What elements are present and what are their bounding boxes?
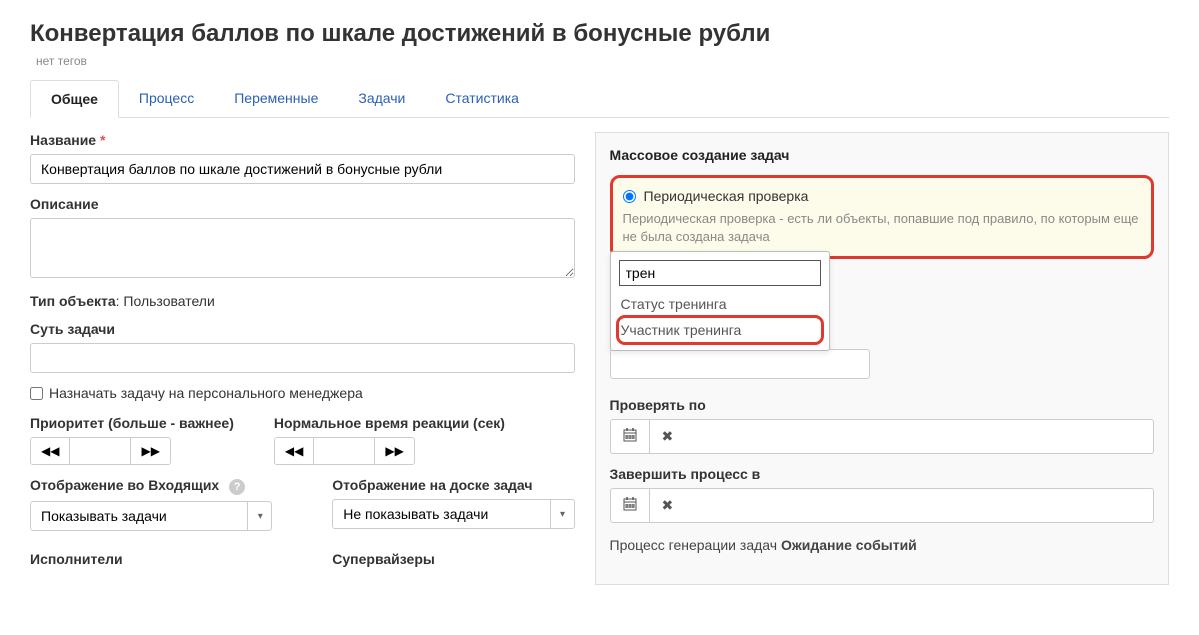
- periodic-check-box: Периодическая проверка Периодическая про…: [610, 175, 1155, 259]
- priority-decrease-button[interactable]: ◀◀: [31, 438, 70, 464]
- calendar-icon[interactable]: [610, 419, 649, 454]
- page-title: Конвертация баллов по шкале достижений в…: [30, 20, 1169, 48]
- reaction-decrease-button[interactable]: ◀◀: [275, 438, 314, 464]
- priority-stepper: ◀◀ ▶▶: [30, 437, 171, 465]
- required-mark: *: [100, 132, 105, 148]
- priority-input[interactable]: [70, 438, 130, 464]
- executors-label: Исполнители: [30, 551, 272, 567]
- periodic-check-hint: Периодическая проверка - есть ли объекты…: [623, 210, 1142, 246]
- periodic-check-label: Периодическая проверка: [644, 188, 809, 204]
- condition-option-status[interactable]: Статус тренинга: [619, 292, 821, 316]
- check-by-label: Проверять по: [610, 397, 1155, 413]
- tab-stats[interactable]: Статистика: [425, 80, 539, 117]
- generation-status: Процесс генерации задач Ожидание событий: [610, 537, 1155, 553]
- obj-type-value: Пользователи: [123, 293, 214, 309]
- obj-type-label: Тип объекта: [30, 293, 116, 309]
- tab-process[interactable]: Процесс: [119, 80, 214, 117]
- clear-icon[interactable]: ✖: [649, 488, 686, 523]
- reaction-increase-button[interactable]: ▶▶: [374, 438, 413, 464]
- tab-general[interactable]: Общее: [30, 80, 119, 118]
- board-display-select[interactable]: [332, 499, 574, 529]
- help-icon[interactable]: ?: [229, 479, 245, 495]
- tags-placeholder: нет тегов: [36, 54, 1169, 68]
- calendar-icon[interactable]: [610, 488, 649, 523]
- desc-textarea[interactable]: [30, 218, 575, 278]
- assign-manager-label: Назначать задачу на персонального менедж…: [49, 385, 363, 401]
- supervisors-label: Супервайзеры: [332, 551, 574, 567]
- task-essence-input[interactable]: [30, 343, 575, 373]
- finish-at-input[interactable]: [685, 488, 1154, 523]
- reaction-label: Нормальное время реакции (сек): [274, 415, 505, 431]
- clear-icon[interactable]: ✖: [649, 419, 686, 454]
- assign-manager-checkbox[interactable]: [30, 387, 43, 400]
- periodic-check-radio[interactable]: [623, 190, 636, 203]
- condition-dropdown: Статус тренинга Участник тренинга: [610, 251, 830, 351]
- inbox-display-select[interactable]: [30, 501, 272, 531]
- priority-label: Приоритет (больше - важнее): [30, 415, 234, 431]
- task-essence-label: Суть задачи: [30, 321, 575, 337]
- rule-input[interactable]: [610, 349, 870, 379]
- mass-create-title: Массовое создание задач: [610, 147, 1155, 163]
- tab-variables[interactable]: Переменные: [214, 80, 338, 117]
- reaction-input[interactable]: [314, 438, 374, 464]
- priority-increase-button[interactable]: ▶▶: [130, 438, 169, 464]
- condition-search-input[interactable]: [619, 260, 821, 286]
- name-input[interactable]: [30, 154, 575, 184]
- tab-tasks[interactable]: Задачи: [338, 80, 425, 117]
- tabs: Общее Процесс Переменные Задачи Статисти…: [30, 80, 1169, 118]
- check-by-input[interactable]: [685, 419, 1154, 454]
- name-label: Название *: [30, 132, 575, 148]
- finish-at-label: Завершить процесс в: [610, 466, 1155, 482]
- inbox-display-label: Отображение во Входящих ?: [30, 477, 272, 495]
- reaction-stepper: ◀◀ ▶▶: [274, 437, 415, 465]
- condition-option-participant[interactable]: Участник тренинга: [619, 318, 821, 342]
- board-display-label: Отображение на доске задач: [332, 477, 574, 493]
- desc-label: Описание: [30, 196, 575, 212]
